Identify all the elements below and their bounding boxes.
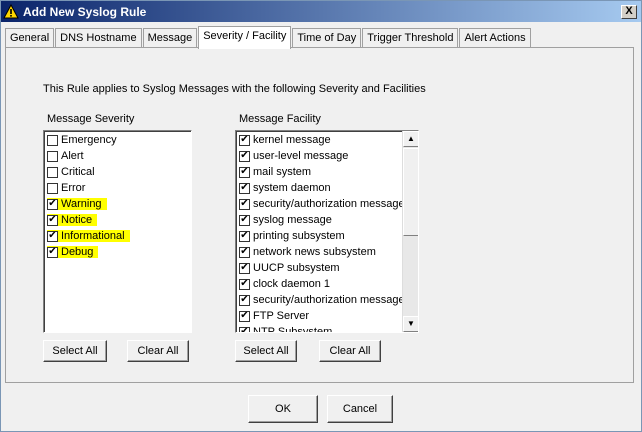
scroll-up-arrow-icon[interactable]: ▲ — [403, 131, 418, 147]
list-item-label: Error — [61, 182, 86, 194]
list-item[interactable]: ✔ security/authorization message — [236, 196, 418, 212]
tab-severity-facility[interactable]: Severity / Facility — [198, 26, 292, 49]
list-item-label: user-level message — [253, 150, 349, 162]
checked-checkbox-icon[interactable]: ✔ — [47, 198, 58, 210]
list-item-label: security/authorization message — [253, 198, 405, 210]
list-item[interactable]: Emergency — [44, 132, 191, 148]
list-item-label: UUCP subsystem — [253, 262, 340, 274]
unchecked-checkbox-icon[interactable] — [47, 150, 58, 162]
list-item-label: Critical — [61, 166, 95, 178]
list-item[interactable]: ✔ clock daemon 1 — [236, 276, 418, 292]
tab-strip: General DNS Hostname Message Severity / … — [5, 26, 532, 49]
list-item[interactable]: ✔ Debug — [44, 244, 191, 260]
dialog-window: Add New Syslog Rule X General DNS Hostna… — [0, 0, 642, 432]
list-item[interactable]: ✔ Warning — [44, 196, 191, 212]
facility-clear-all-button[interactable]: Clear All — [319, 340, 381, 362]
list-item-label: Alert — [61, 150, 84, 162]
unchecked-checkbox-icon[interactable] — [47, 166, 58, 178]
scrollbar-thumb[interactable] — [403, 148, 418, 236]
tab-trigger-threshold[interactable]: Trigger Threshold — [362, 28, 459, 48]
tab-general[interactable]: General — [5, 28, 55, 48]
list-item[interactable]: ✔ Notice — [44, 212, 191, 228]
list-item[interactable]: ✔ system daemon — [236, 180, 418, 196]
list-item-label: Warning — [61, 198, 102, 210]
severity-facility-panel: This Rule applies to Syslog Messages wit… — [5, 47, 634, 383]
tab-message[interactable]: Message — [142, 28, 198, 48]
list-item-label: printing subsystem — [253, 230, 345, 242]
list-item[interactable]: Alert — [44, 148, 191, 164]
unchecked-checkbox-icon[interactable] — [47, 182, 58, 194]
title-bar[interactable]: Add New Syslog Rule X — [1, 1, 641, 22]
checked-checkbox-icon[interactable]: ✔ — [239, 166, 250, 178]
list-item-label: Emergency — [61, 134, 117, 146]
list-item[interactable]: ✔ NTP Subsystem — [236, 324, 418, 333]
checked-checkbox-icon[interactable]: ✔ — [239, 294, 250, 306]
list-item[interactable]: ✔ network news subsystem — [236, 244, 418, 260]
intro-text: This Rule applies to Syslog Messages wit… — [43, 83, 426, 95]
list-item-label: Informational — [61, 230, 125, 242]
facility-scrollbar[interactable]: ▲ ▼ — [402, 131, 418, 332]
cancel-button[interactable]: Cancel — [327, 395, 393, 423]
severity-label: Message Severity — [47, 113, 135, 125]
tab-alert-actions[interactable]: Alert Actions — [459, 28, 531, 48]
list-item-label: NTP Subsystem — [253, 326, 333, 333]
list-item[interactable]: ✔ syslog message — [236, 212, 418, 228]
tab-time-of-day[interactable]: Time of Day — [292, 28, 362, 48]
list-item-label: Debug — [61, 246, 94, 258]
checked-checkbox-icon[interactable]: ✔ — [47, 246, 58, 258]
list-item[interactable]: ✔ mail system — [236, 164, 418, 180]
checked-checkbox-icon[interactable]: ✔ — [239, 310, 250, 322]
warning-icon — [3, 3, 19, 20]
list-item-label: mail system — [253, 166, 312, 178]
checked-checkbox-icon[interactable]: ✔ — [239, 198, 250, 210]
checked-checkbox-icon[interactable]: ✔ — [239, 278, 250, 290]
list-item[interactable]: ✔ printing subsystem — [236, 228, 418, 244]
checked-checkbox-icon[interactable]: ✔ — [239, 150, 250, 162]
list-item[interactable]: ✔ UUCP subsystem — [236, 260, 418, 276]
list-item[interactable]: ✔ FTP Server — [236, 308, 418, 324]
list-item-label: clock daemon 1 — [253, 278, 331, 290]
severity-list[interactable]: Emergency Alert Critical Error ✔ Warning ✔ Noti… — [43, 130, 192, 333]
checked-checkbox-icon[interactable]: ✔ — [239, 262, 250, 274]
checked-checkbox-icon[interactable]: ✔ — [47, 230, 58, 242]
list-item-label: FTP Server — [253, 310, 310, 322]
list-item-label: kernel message — [253, 134, 331, 146]
list-item-label: network news subsystem — [253, 246, 376, 258]
checked-checkbox-icon[interactable]: ✔ — [239, 230, 250, 242]
list-item[interactable]: ✔ security/authorization message — [236, 292, 418, 308]
checked-checkbox-icon[interactable]: ✔ — [47, 214, 58, 226]
close-button[interactable]: X — [621, 4, 637, 19]
facility-list[interactable]: ✔ kernel message ✔ user-level message ✔ mail … — [235, 130, 419, 333]
window-title: Add New Syslog Rule — [23, 4, 147, 19]
severity-clear-all-button[interactable]: Clear All — [127, 340, 189, 362]
checked-checkbox-icon[interactable]: ✔ — [239, 182, 250, 194]
list-item[interactable]: ✔ kernel message — [236, 132, 418, 148]
list-item-label: syslog message — [253, 214, 332, 226]
tab-dns-hostname[interactable]: DNS Hostname — [55, 28, 142, 48]
checked-checkbox-icon[interactable]: ✔ — [239, 246, 250, 258]
list-item[interactable]: ✔ Informational — [44, 228, 191, 244]
unchecked-checkbox-icon[interactable] — [47, 134, 58, 146]
scroll-down-arrow-icon[interactable]: ▼ — [403, 316, 418, 332]
severity-select-all-button[interactable]: Select All — [43, 340, 107, 362]
facility-select-all-button[interactable]: Select All — [235, 340, 297, 362]
facility-label: Message Facility — [239, 113, 321, 125]
list-item[interactable]: Critical — [44, 164, 191, 180]
checked-checkbox-icon[interactable]: ✔ — [239, 214, 250, 226]
list-item[interactable]: Error — [44, 180, 191, 196]
list-item-label: Notice — [61, 214, 93, 226]
checked-checkbox-icon[interactable]: ✔ — [239, 134, 250, 146]
ok-button[interactable]: OK — [248, 395, 318, 423]
list-item-label: system daemon — [253, 182, 331, 194]
checked-checkbox-icon[interactable]: ✔ — [239, 326, 250, 332]
list-item[interactable]: ✔ user-level message — [236, 148, 418, 164]
list-item-label: security/authorization message — [253, 294, 405, 306]
